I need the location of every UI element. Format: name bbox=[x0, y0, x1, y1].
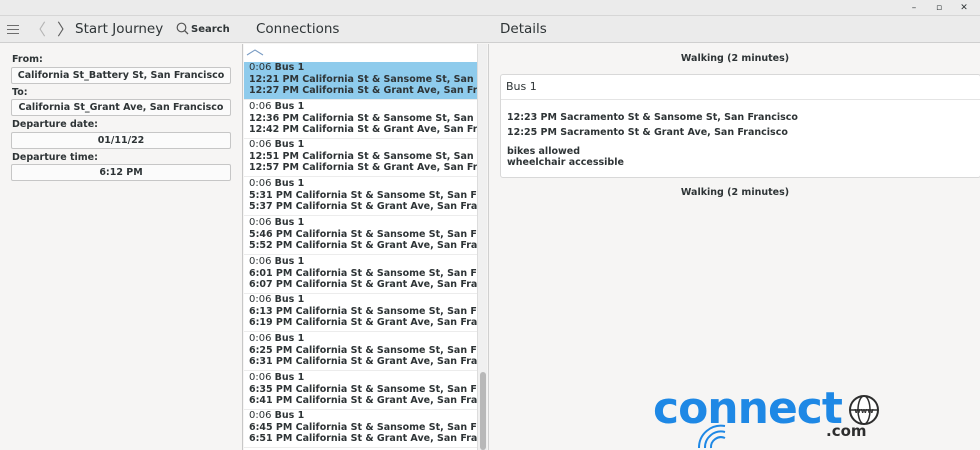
window-titlebar: – ▫ ✕ bbox=[0, 0, 980, 16]
to-label: To: bbox=[12, 87, 28, 98]
svg-text:www: www bbox=[854, 407, 874, 415]
connect-watermark-logo: connect www .com bbox=[650, 383, 890, 450]
search-label: Search bbox=[191, 24, 230, 35]
connection-departure: 5:31 PM California St & Sansome St, San … bbox=[249, 190, 477, 202]
connection-item[interactable]: 0:06 Bus 1 6:01 PM California St & Sansom… bbox=[244, 256, 477, 294]
connection-arrival: 5:52 PM California St & Grant Ave, San F… bbox=[249, 239, 477, 251]
minimize-icon[interactable]: – bbox=[907, 1, 921, 15]
details-title: Details bbox=[500, 21, 547, 37]
from-field[interactable]: California St_Battery St, San Francisco bbox=[11, 67, 231, 84]
connection-arrival: 12:42 PM California St & Grant Ave, San … bbox=[249, 123, 477, 135]
bus-segment-card: Bus 1 12:23 PM Sacramento St & Sansome S… bbox=[500, 74, 980, 178]
connection-route: Bus 1 bbox=[274, 178, 305, 190]
connection-item[interactable]: 0:06 Bus 1 12:36 PM California St & Sanso… bbox=[244, 101, 477, 139]
scroll-up-chevron-icon[interactable] bbox=[244, 44, 477, 62]
connection-item[interactable]: 0:06 Bus 1 6:25 PM California St & Sansom… bbox=[244, 333, 477, 371]
connection-route: Bus 1 bbox=[274, 294, 305, 306]
connection-duration: 0:06 Bus 1 bbox=[249, 62, 305, 73]
connection-departure: 12:51 PM California St & Sansome St, San… bbox=[249, 151, 477, 163]
connection-arrival: 12:57 PM California St & Grant Ave, San … bbox=[249, 162, 477, 174]
connection-route: Bus 1 bbox=[274, 100, 305, 112]
connection-duration: 0:06 Bus 1 bbox=[249, 332, 305, 344]
connection-departure: 6:25 PM California St & Sansome St, San … bbox=[249, 344, 477, 356]
connections-title: Connections bbox=[256, 21, 340, 37]
page-title: Start Journey bbox=[75, 21, 164, 37]
to-field[interactable]: California St_Grant Ave, San Francisco bbox=[11, 99, 231, 116]
connection-item[interactable]: 0:06 Bus 1 6:13 PM California St & Sansom… bbox=[244, 294, 477, 333]
attribute-wheelchair: wheelchair accessible bbox=[507, 157, 624, 168]
scrollbar-thumb[interactable] bbox=[480, 372, 486, 450]
connection-item[interactable]: 0:06 Bus 1 6:35 PM California St & Sansom… bbox=[244, 372, 477, 410]
connection-route: Bus 1 bbox=[274, 62, 305, 73]
connection-duration: 0:06 Bus 1 bbox=[249, 178, 305, 190]
connection-departure: 6:45 PM California St & Sansome St, San … bbox=[249, 422, 477, 434]
connection-route: Bus 1 bbox=[274, 216, 305, 228]
watermark-com: .com bbox=[826, 422, 867, 440]
forward-chevron-icon[interactable]: 〉 bbox=[57, 16, 73, 43]
connection-item[interactable]: 0:06 Bus 1 6:45 PM California St & Sansom… bbox=[244, 410, 477, 449]
connection-duration: 0:06 Bus 1 bbox=[249, 100, 305, 112]
connection-departure: 6:35 PM California St & Sansome St, San … bbox=[249, 383, 477, 395]
search-button[interactable]: Search bbox=[176, 16, 230, 43]
connection-arrival: 6:07 PM California St & Grant Ave, San F… bbox=[249, 278, 477, 290]
connection-duration: 0:06 Bus 1 bbox=[249, 216, 305, 228]
watermark-text: connect bbox=[653, 383, 843, 434]
connection-route: Bus 1 bbox=[274, 371, 305, 383]
connection-item[interactable]: 0:06 Bus 1 12:21 PM California St & Sanso… bbox=[244, 62, 477, 100]
connection-arrival: 6:51 PM California St & Grant Ave, San F… bbox=[249, 433, 477, 445]
signal-arcs-icon bbox=[697, 424, 726, 449]
connection-departure: 12:36 PM California St & Sansome St, San… bbox=[249, 112, 477, 124]
connection-route: Bus 1 bbox=[274, 139, 305, 151]
connection-duration: 0:06 Bus 1 bbox=[249, 371, 305, 383]
connection-departure: 5:46 PM California St & Sansome St, San … bbox=[249, 228, 477, 240]
hamburger-menu-icon[interactable] bbox=[6, 16, 20, 43]
departure-time-label: Departure time: bbox=[12, 152, 98, 163]
departure-date-label: Departure date: bbox=[12, 119, 98, 130]
bus-segment-title: Bus 1 bbox=[501, 75, 980, 100]
connection-route: Bus 1 bbox=[274, 255, 305, 267]
back-chevron-icon[interactable]: 〈 bbox=[30, 16, 46, 43]
connection-departure: 6:13 PM California St & Sansome St, San … bbox=[249, 306, 477, 318]
connection-arrival: 12:27 PM California St & Grant Ave, San … bbox=[249, 85, 477, 96]
departure-time-field[interactable]: 6:12 PM bbox=[11, 164, 231, 181]
connection-item[interactable]: 0:06 Bus 1 5:46 PM California St & Sansom… bbox=[244, 217, 477, 255]
connection-arrival: 6:19 PM California St & Grant Ave, San F… bbox=[249, 317, 477, 329]
search-icon bbox=[176, 22, 189, 35]
connection-arrival: 5:37 PM California St & Grant Ave, San F… bbox=[249, 201, 477, 213]
connection-duration: 0:06 Bus 1 bbox=[249, 410, 305, 422]
attribute-bikes: bikes allowed bbox=[507, 146, 580, 157]
list-scrollbar[interactable] bbox=[477, 44, 487, 450]
walking-segment-after: Walking (2 minutes) bbox=[680, 187, 790, 198]
connections-list[interactable]: 0:06 Bus 1 12:21 PM California St & Sanso… bbox=[244, 44, 477, 450]
connection-arrival: 6:31 PM California St & Grant Ave, San F… bbox=[249, 355, 477, 367]
connection-route: Bus 1 bbox=[274, 332, 305, 344]
journey-form: From: California St_Battery St, San Fran… bbox=[0, 44, 243, 450]
connection-duration: 0:06 Bus 1 bbox=[249, 294, 305, 306]
maximize-icon[interactable]: ▫ bbox=[932, 1, 946, 15]
connection-duration: 0:06 Bus 1 bbox=[249, 255, 305, 267]
connection-arrival: 6:41 PM California St & Grant Ave, San F… bbox=[249, 394, 477, 406]
walking-segment-before: Walking (2 minutes) bbox=[680, 53, 790, 64]
stop-departure: 12:23 PM Sacramento St & Sansome St, San… bbox=[507, 112, 798, 123]
departure-date-field[interactable]: 01/11/22 bbox=[11, 132, 231, 149]
connection-item[interactable]: 0:06 Bus 1 5:31 PM California St & Sansom… bbox=[244, 178, 477, 217]
from-label: From: bbox=[12, 54, 43, 65]
connection-route: Bus 1 bbox=[274, 410, 305, 422]
connection-departure: 6:01 PM California St & Sansome St, San … bbox=[249, 267, 477, 279]
close-icon[interactable]: ✕ bbox=[957, 1, 971, 15]
header-bar: 〈 〉 Start Journey Search Connections Det… bbox=[0, 16, 980, 43]
connection-item[interactable]: 0:06 Bus 1 12:51 PM California St & Sanso… bbox=[244, 139, 477, 178]
connection-duration: 0:06 Bus 1 bbox=[249, 139, 305, 151]
connection-departure: 12:21 PM California St & Sansome St, San… bbox=[249, 74, 477, 85]
stop-arrival: 12:25 PM Sacramento St & Grant Ave, San … bbox=[507, 127, 788, 138]
